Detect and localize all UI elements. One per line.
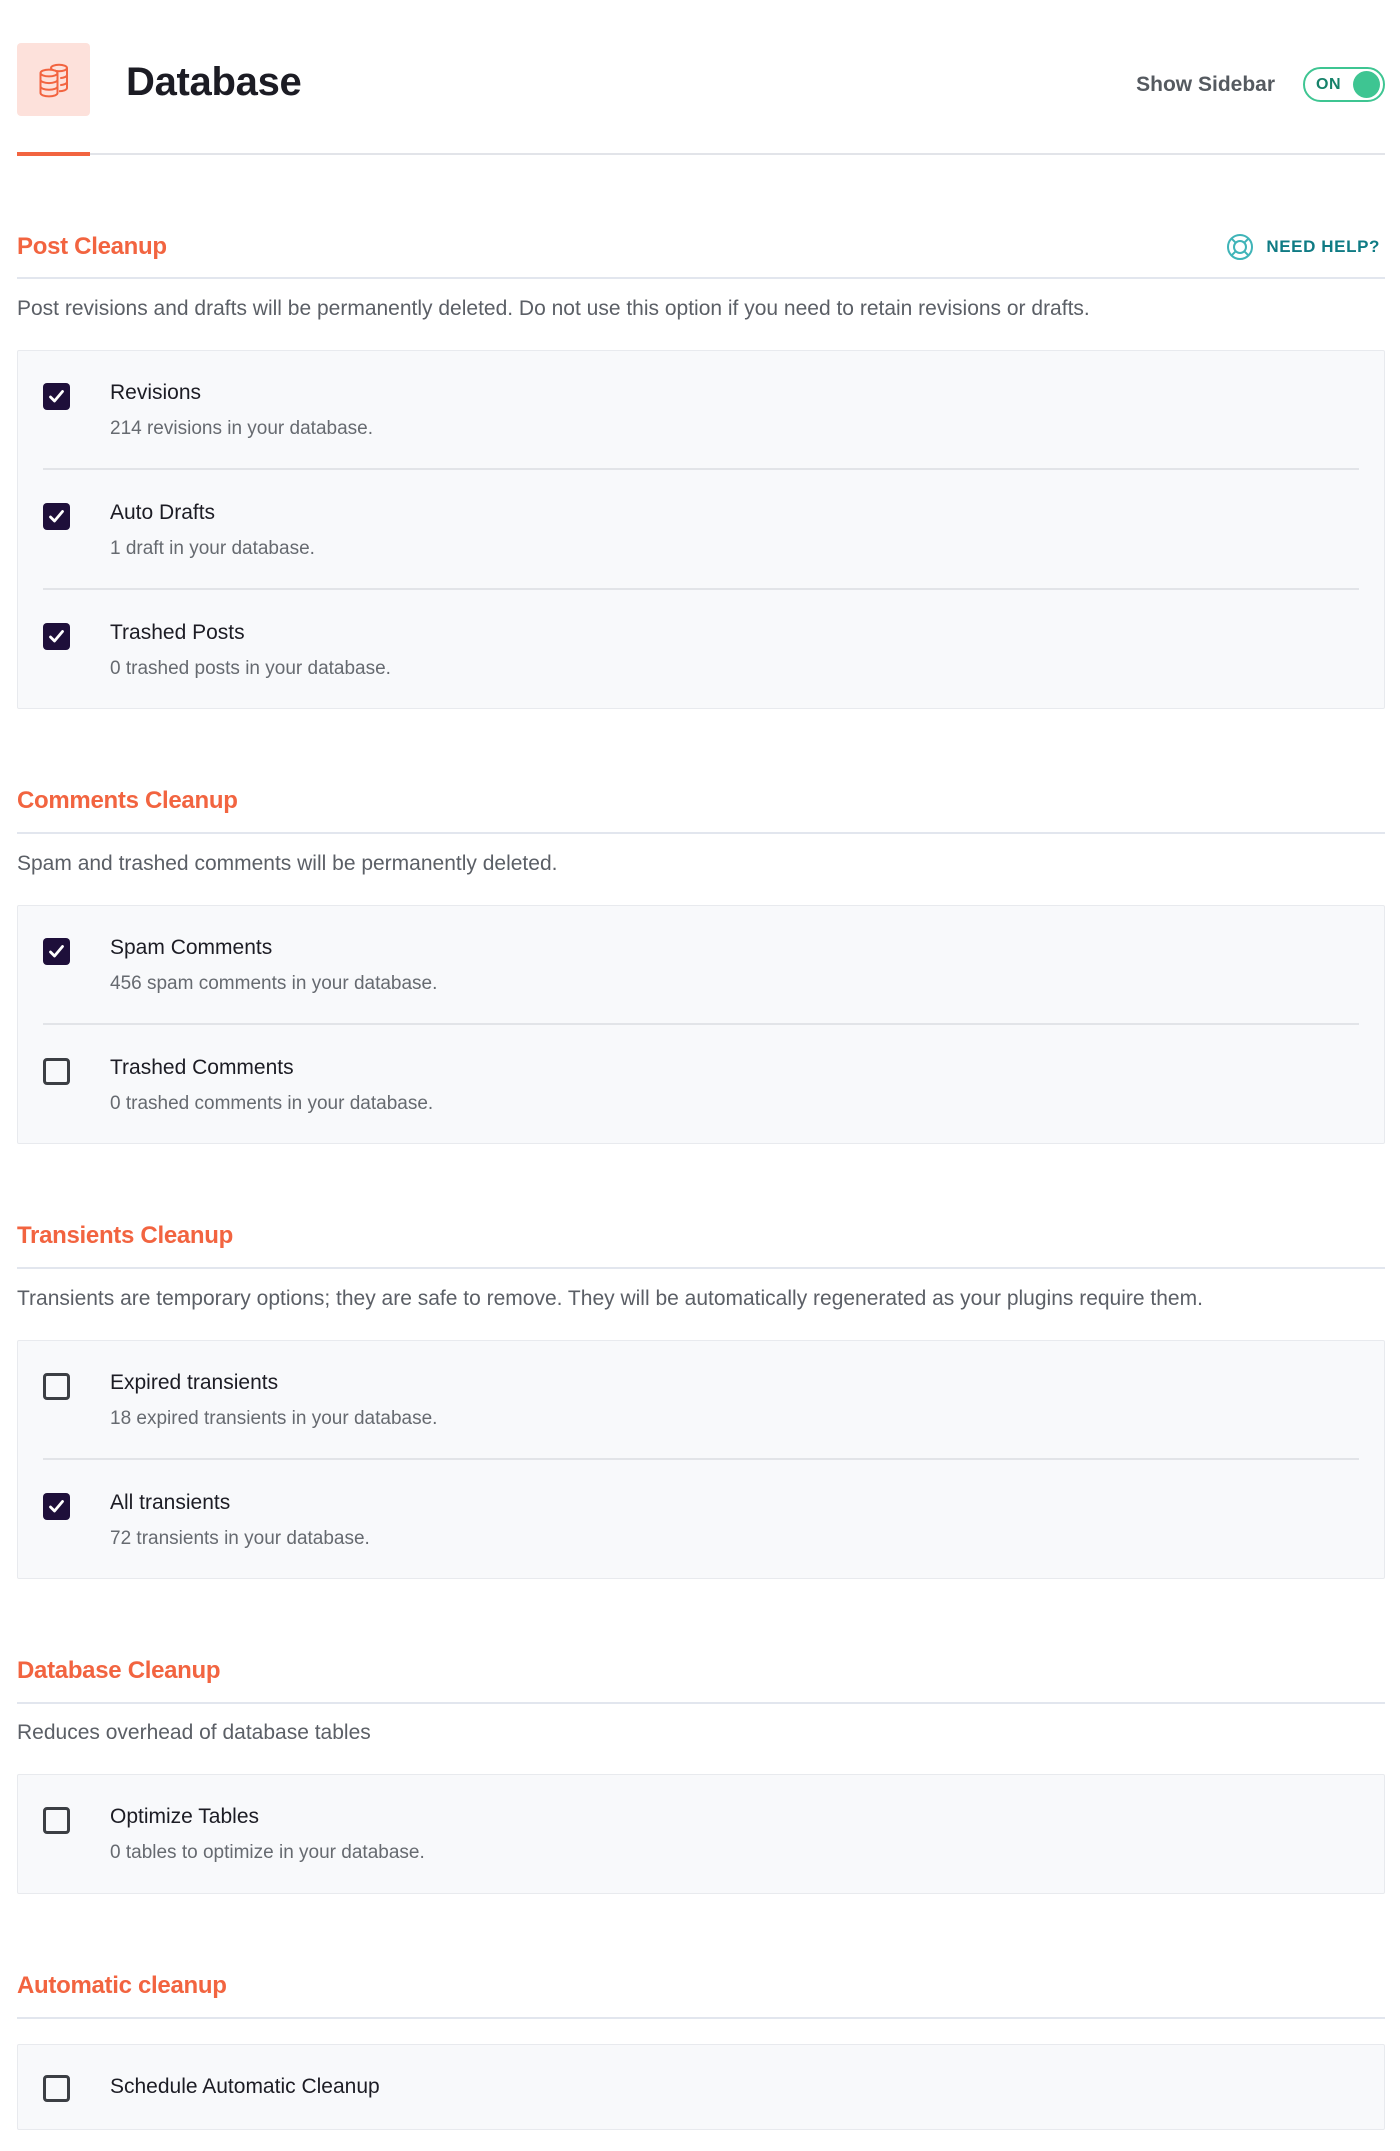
section-description: Spam and trashed comments will be perman… [17,852,558,875]
option-expired-transients: Expired transients 18 expired transients… [43,1341,1359,1461]
option-detail: 18 expired transients in your database. [110,1408,438,1429]
toggle-state-label: ON [1316,76,1341,93]
section-description: Transients are temporary options; they a… [17,1287,1203,1310]
option-label: Trashed Posts [110,621,245,644]
checkmark-icon [49,945,64,958]
page-header: Database Show Sidebar ON [17,0,1385,156]
option-auto-drafts: Auto Drafts 1 draft in your database. [43,471,1359,591]
option-trashed-comments: Trashed Comments 0 trashed comments in y… [43,1026,1359,1146]
option-detail: 214 revisions in your database. [110,418,373,439]
show-sidebar-toggle[interactable]: ON [1303,67,1385,102]
option-label: Schedule Automatic Cleanup [110,2075,380,2098]
option-label: All transients [110,1491,231,1514]
expired-transients-checkbox[interactable] [43,1373,70,1400]
option-all-transients: All transients 72 transients in your dat… [43,1461,1359,1581]
item-divider [43,588,1359,590]
section-divider [17,2017,1385,2019]
revisions-checkbox[interactable] [43,383,70,410]
option-detail: 0 trashed comments in your database. [110,1093,434,1114]
section-title-post-cleanup: Post Cleanup [17,233,167,260]
automatic-cleanup-card: Schedule Automatic Cleanup [17,2044,1385,2130]
post-cleanup-card: Revisions 214 revisions in your database… [17,350,1385,709]
section-divider [17,1702,1385,1704]
section-title-comments-cleanup: Comments Cleanup [17,787,238,814]
option-label: Revisions [110,381,202,404]
show-sidebar-control: Show Sidebar ON [1136,67,1385,102]
need-help-link[interactable]: NEED HELP? [1226,232,1380,262]
section-title-automatic-cleanup: Automatic cleanup [17,1972,227,1999]
section-divider [17,832,1385,834]
section-divider [17,1267,1385,1269]
checkmark-icon [49,630,64,643]
spam-comments-checkbox[interactable] [43,938,70,965]
transients-cleanup-card: Expired transients 18 expired transients… [17,1340,1385,1579]
toggle-knob [1353,71,1380,98]
database-cleanup-card: Optimize Tables 0 tables to optimize in … [17,1774,1385,1894]
option-detail: 0 tables to optimize in your database. [110,1842,425,1863]
show-sidebar-label: Show Sidebar [1136,72,1275,96]
section-divider [17,277,1385,279]
option-label: Optimize Tables [110,1805,260,1828]
item-divider [43,1023,1359,1025]
option-trashed-posts: Trashed Posts 0 trashed posts in your da… [43,591,1359,711]
comments-cleanup-card: Spam Comments 456 spam comments in your … [17,905,1385,1144]
section-title-transients-cleanup: Transients Cleanup [17,1222,233,1249]
need-help-label: NEED HELP? [1266,237,1380,256]
schedule-automatic-cleanup-checkbox[interactable] [43,2075,70,2102]
database-icon-box [17,43,90,116]
option-detail: 1 draft in your database. [110,538,315,559]
checkmark-icon [49,510,64,523]
option-detail: 0 trashed posts in your database. [110,658,391,679]
optimize-tables-checkbox[interactable] [43,1807,70,1834]
item-divider [43,468,1359,470]
option-label: Trashed Comments [110,1056,294,1079]
option-label: Spam Comments [110,936,273,959]
item-divider [43,1458,1359,1460]
life-ring-icon [1227,234,1254,260]
trashed-posts-checkbox[interactable] [43,623,70,650]
option-revisions: Revisions 214 revisions in your database… [43,351,1359,471]
database-icon [39,63,68,97]
checkmark-icon [49,390,64,403]
option-detail: 72 transients in your database. [110,1528,370,1549]
option-schedule-automatic-cleanup: Schedule Automatic Cleanup [43,2045,1359,2131]
all-transients-checkbox[interactable] [43,1493,70,1520]
trashed-comments-checkbox[interactable] [43,1058,70,1085]
option-spam-comments: Spam Comments 456 spam comments in your … [43,906,1359,1026]
option-optimize-tables: Optimize Tables 0 tables to optimize in … [43,1775,1359,1895]
section-title-database-cleanup: Database Cleanup [17,1657,221,1684]
section-description: Post revisions and drafts will be perman… [17,297,1090,320]
option-label: Auto Drafts [110,501,216,524]
auto-drafts-checkbox[interactable] [43,503,70,530]
header-divider [17,153,1385,155]
header-active-indicator [17,152,90,156]
option-detail: 456 spam comments in your database. [110,973,438,994]
checkmark-icon [49,1500,64,1513]
page-title: Database [126,60,302,104]
option-label: Expired transients [110,1371,279,1394]
section-description: Reduces overhead of database tables [17,1721,371,1744]
